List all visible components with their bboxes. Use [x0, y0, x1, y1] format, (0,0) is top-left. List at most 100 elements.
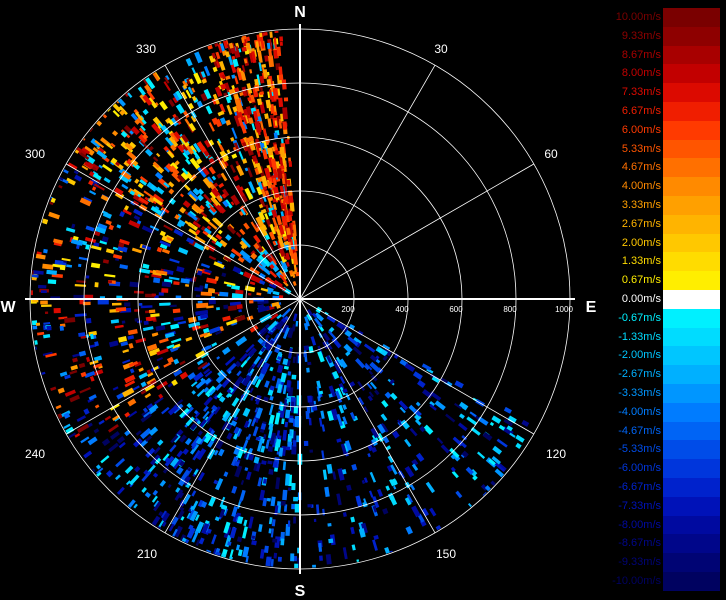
velocity-gate — [352, 346, 363, 356]
velocity-gate — [169, 444, 177, 453]
velocity-gate — [168, 119, 175, 126]
velocity-gate — [231, 127, 238, 139]
velocity-gate — [145, 435, 153, 443]
velocity-gate — [260, 287, 269, 292]
velocity-gate — [175, 487, 181, 493]
velocity-gate — [288, 222, 294, 229]
velocity-gate — [268, 404, 274, 416]
velocity-gate — [84, 371, 96, 378]
legend-swatch — [663, 233, 720, 253]
velocity-gate — [72, 357, 78, 363]
velocity-gate — [292, 280, 297, 287]
velocity-gate — [279, 165, 285, 171]
velocity-gate — [260, 36, 265, 49]
velocity-gate — [226, 284, 232, 287]
velocity-gate — [328, 393, 333, 398]
velocity-gate — [327, 330, 338, 341]
velocity-gate — [137, 182, 144, 189]
velocity-gate — [177, 491, 185, 499]
velocity-gate — [173, 228, 184, 237]
legend-entry: -2.67m/s — [604, 365, 726, 385]
velocity-gate — [227, 541, 232, 546]
velocity-gate — [276, 383, 283, 394]
velocity-gate — [235, 544, 241, 551]
velocity-gate — [233, 460, 240, 467]
velocity-gate — [101, 210, 108, 215]
velocity-gate — [338, 404, 345, 414]
velocity-gate — [350, 526, 355, 535]
velocity-gate — [94, 226, 107, 235]
legend-label: -8.00m/s — [618, 518, 661, 531]
legend-label: -7.33m/s — [618, 499, 661, 512]
velocity-gate — [264, 380, 270, 388]
velocity-gate — [282, 384, 287, 395]
legend-entry: 7.33m/s — [604, 83, 726, 103]
velocity-gate — [292, 356, 296, 364]
velocity-gate — [266, 42, 271, 50]
velocity-gate — [318, 417, 323, 427]
velocity-gate — [276, 364, 284, 374]
velocity-gate — [63, 423, 71, 429]
velocity-gate — [344, 329, 353, 338]
legend-label: -0.67m/s — [618, 311, 661, 324]
velocity-gate — [115, 458, 126, 468]
velocity-gate — [188, 78, 195, 85]
velocity-gate — [252, 426, 259, 437]
velocity-gate — [233, 445, 241, 456]
legend-swatch — [663, 26, 720, 46]
velocity-gate — [382, 435, 390, 444]
velocity-gate — [205, 105, 213, 115]
velocity-gate — [208, 255, 217, 261]
velocity-gate — [179, 434, 187, 443]
velocity-gate — [238, 48, 242, 53]
velocity-gate — [122, 359, 131, 364]
legend-swatch — [663, 365, 720, 385]
velocity-gate — [200, 71, 206, 78]
velocity-gate — [195, 437, 203, 445]
velocity-gate — [103, 177, 111, 184]
velocity-gate — [102, 163, 113, 173]
velocity-gate — [179, 206, 187, 214]
velocity-gate — [417, 379, 426, 388]
velocity-gate — [230, 136, 235, 142]
velocity-gate — [243, 222, 250, 230]
velocity-gate — [179, 371, 189, 380]
velocity-gate — [450, 466, 456, 472]
velocity-gate — [242, 546, 250, 558]
velocity-gate — [280, 113, 284, 122]
legend-label: 0.67m/s — [621, 274, 661, 287]
velocity-gate — [273, 37, 278, 49]
velocity-gate — [221, 193, 227, 199]
velocity-gate — [281, 79, 287, 90]
velocity-gate — [108, 423, 119, 433]
velocity-gate — [146, 369, 152, 375]
velocity-gate — [274, 120, 278, 126]
legend-swatch — [663, 384, 720, 403]
legend-entry: -2.00m/s — [604, 346, 726, 366]
velocity-gate — [43, 248, 48, 254]
velocity-gate — [467, 502, 472, 508]
velocity-gate — [148, 145, 154, 151]
velocity-gate — [133, 503, 138, 509]
velocity-gate — [158, 337, 169, 344]
velocity-gate — [286, 227, 291, 236]
velocity-gate — [140, 305, 153, 309]
velocity-gate — [118, 441, 126, 449]
velocity-gate — [253, 243, 260, 250]
velocity-gate — [150, 206, 162, 215]
legend-swatch — [663, 45, 720, 65]
velocity-gate — [306, 405, 311, 414]
legend-swatch — [663, 290, 720, 309]
velocity-gate — [276, 430, 281, 438]
velocity-gate — [472, 475, 478, 481]
velocity-gate — [369, 361, 381, 373]
velocity-gate — [218, 144, 225, 152]
velocity-gate — [57, 387, 65, 394]
velocity-gate — [295, 320, 299, 327]
velocity-gate — [66, 264, 73, 268]
velocity-gate — [216, 392, 223, 399]
velocity-gate — [127, 499, 136, 508]
velocity-color-legend: 10.00m/s 9.33m/s 8.67m/s 8.00m/s 7.33m/s 6.67… — [604, 8, 726, 593]
legend-swatch — [663, 158, 720, 178]
velocity-gate — [160, 321, 171, 326]
